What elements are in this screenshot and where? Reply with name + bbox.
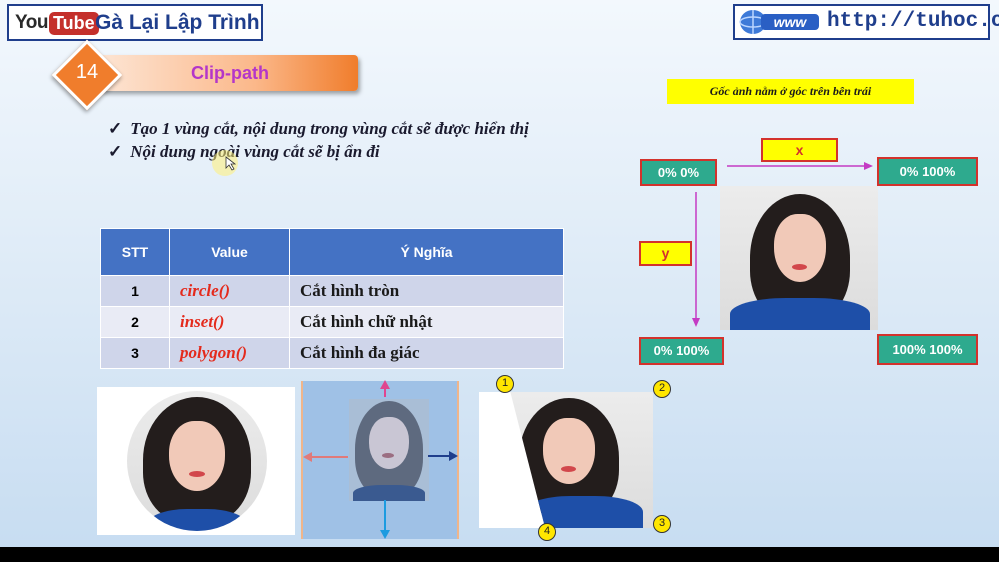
x-axis-label: x [761,138,838,162]
corner-top-right: 0% 100% [877,157,978,186]
arrow-down-icon [692,318,700,327]
bottom-bar [0,547,999,562]
arrow-right-icon [864,162,873,170]
corner-top-left: 0% 0% [640,159,717,186]
y-axis-label: y [639,241,692,266]
reference-photo [720,186,878,330]
corner-bottom-right: 100% 100% [877,334,978,365]
corner-bottom-left: 0% 100% [639,337,724,365]
